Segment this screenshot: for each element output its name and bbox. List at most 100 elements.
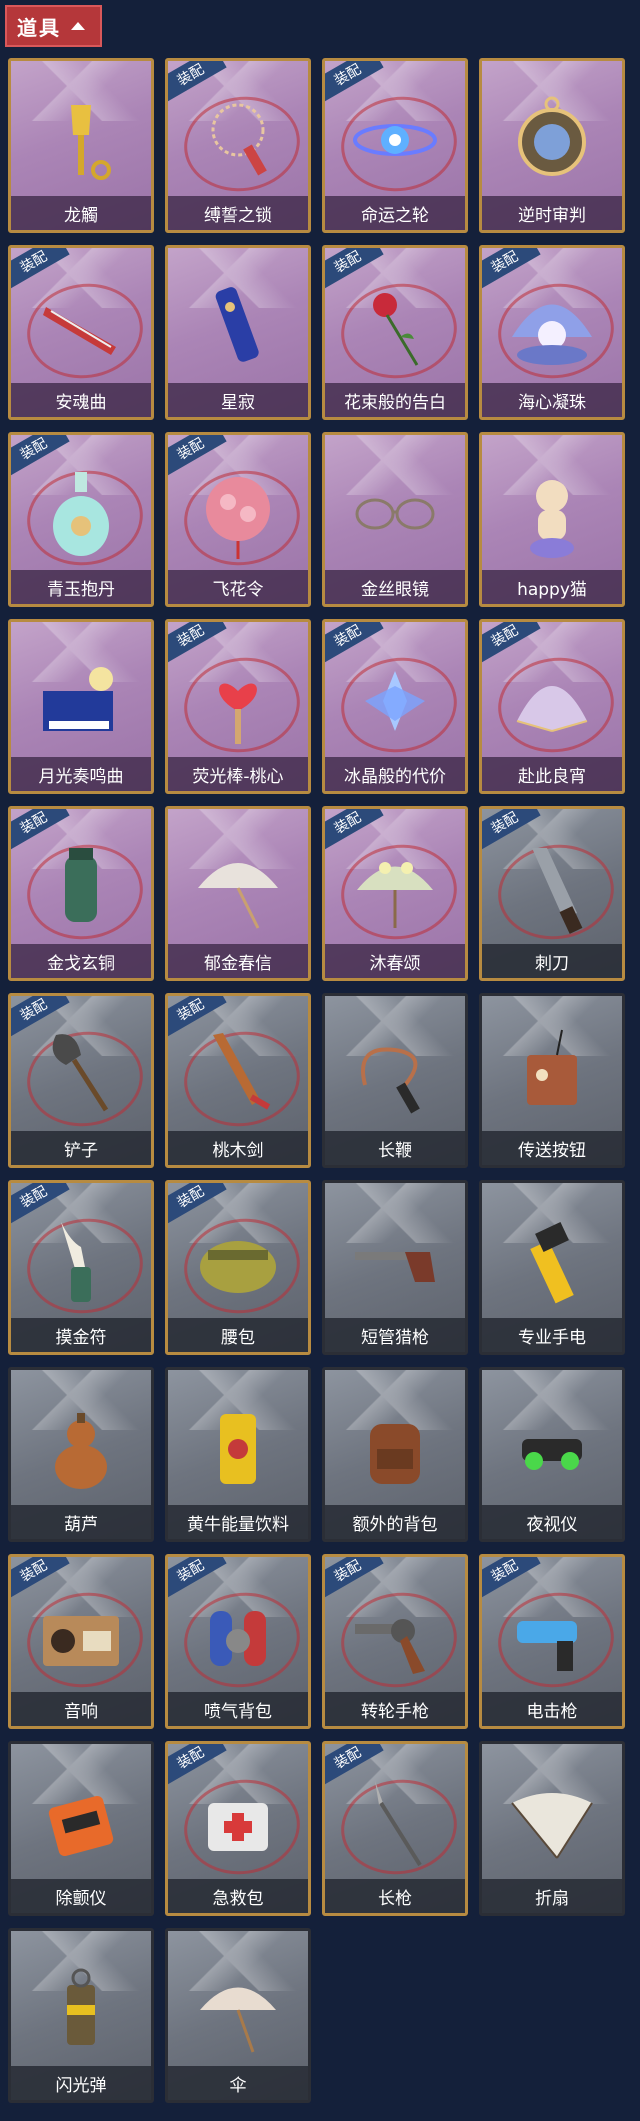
item-card[interactable]: 装配 金戈玄铜 (8, 806, 154, 981)
item-name: 月光奏鸣曲 (11, 757, 151, 791)
item-card[interactable]: 装配 音响 (8, 1554, 154, 1729)
item-grid: 龙觸 装配 缚誓之锁 装配 命运之轮 逆时审判 装配 安魂曲 星寂 装配 花束般的告白 装配 海心凝珠装… (0, 0, 640, 2121)
item-name: 葫芦 (11, 1505, 151, 1539)
flower-ball-icon (168, 449, 308, 579)
item-card[interactable]: 装配 海心凝珠 (479, 245, 625, 420)
item-card[interactable]: 装配 命运之轮 (322, 58, 468, 233)
item-card[interactable]: 短管猎枪 (322, 1180, 468, 1355)
piano-icon (11, 636, 151, 766)
item-card[interactable]: 传送按钮 (479, 993, 625, 1168)
item-name: 短管猎枪 (325, 1318, 465, 1352)
item-name: 安魂曲 (11, 383, 151, 417)
item-card[interactable]: 折扇 (479, 1741, 625, 1916)
item-name: 逆时审判 (482, 196, 622, 230)
item-card[interactable]: 装配 荧光棒-桃心 (165, 619, 311, 794)
item-card[interactable]: 伞 (165, 1928, 311, 2103)
item-card[interactable]: 专业手电 (479, 1180, 625, 1355)
item-name: 急救包 (168, 1879, 308, 1913)
item-card[interactable]: 黄牛能量饮料 (165, 1367, 311, 1542)
item-card[interactable]: 装配 电击枪 (479, 1554, 625, 1729)
item-card[interactable]: 装配 冰晶般的代价 (322, 619, 468, 794)
golden-fan-icon (482, 636, 622, 766)
item-card[interactable]: 装配 刺刀 (479, 806, 625, 981)
item-card[interactable]: happy猫 (479, 432, 625, 607)
item-name: 郁金春信 (168, 944, 308, 978)
star-telescope-icon (168, 262, 308, 392)
item-name: 长鞭 (325, 1131, 465, 1165)
item-name: 电击枪 (482, 1692, 622, 1726)
item-name: 金丝眼镜 (325, 570, 465, 604)
item-card[interactable]: 装配 飞花令 (165, 432, 311, 607)
item-card[interactable]: 装配 急救包 (165, 1741, 311, 1916)
glasses-icon (325, 449, 465, 579)
item-name: 刺刀 (482, 944, 622, 978)
backpack-icon (325, 1384, 465, 1514)
item-name: 海心凝珠 (482, 383, 622, 417)
item-name: 除颤仪 (11, 1879, 151, 1913)
item-name: 命运之轮 (325, 196, 465, 230)
item-name: 赴此良宵 (482, 757, 622, 791)
item-card[interactable]: 装配 转轮手枪 (322, 1554, 468, 1729)
item-name: 青玉抱丹 (11, 570, 151, 604)
item-card[interactable]: 装配 喷气背包 (165, 1554, 311, 1729)
item-card[interactable]: 装配 桃木剑 (165, 993, 311, 1168)
item-card[interactable]: 装配 铲子 (8, 993, 154, 1168)
paper-umbrella-icon (168, 823, 308, 953)
gourd-icon (11, 1384, 151, 1514)
item-name: 闪光弹 (11, 2066, 151, 2100)
item-name: 专业手电 (482, 1318, 622, 1352)
item-card[interactable]: 装配 青玉抱丹 (8, 432, 154, 607)
item-name: happy猫 (482, 570, 622, 604)
item-card[interactable]: 金丝眼镜 (322, 432, 468, 607)
item-card[interactable]: 装配 花束般的告白 (322, 245, 468, 420)
item-name: 传送按钮 (482, 1131, 622, 1165)
item-card[interactable]: 逆时审判 (479, 58, 625, 233)
item-card[interactable]: 装配 摸金符 (8, 1180, 154, 1355)
item-card[interactable]: 月光奏鸣曲 (8, 619, 154, 794)
talisman-tooth-icon (11, 1197, 151, 1327)
item-name: 转轮手枪 (325, 1692, 465, 1726)
item-name: 喷气背包 (168, 1692, 308, 1726)
item-name: 冰晶般的代价 (325, 757, 465, 791)
item-name: 折扇 (482, 1879, 622, 1913)
defibrillator-icon (11, 1758, 151, 1888)
heart-wand-icon (168, 636, 308, 766)
item-card[interactable]: 除颤仪 (8, 1741, 154, 1916)
item-card[interactable]: 夜视仪 (479, 1367, 625, 1542)
item-card[interactable]: 装配 腰包 (165, 1180, 311, 1355)
jetpack-icon (168, 1571, 308, 1701)
red-blade-icon (11, 262, 151, 392)
flashbang-icon (11, 1945, 151, 2075)
item-card[interactable]: 葫芦 (8, 1367, 154, 1542)
item-card[interactable]: 郁金春信 (165, 806, 311, 981)
item-card[interactable]: 龙觸 (8, 58, 154, 233)
item-card[interactable]: 装配 长枪 (322, 1741, 468, 1916)
first-aid-icon (168, 1758, 308, 1888)
taser-icon (482, 1571, 622, 1701)
cat-figure-icon (482, 449, 622, 579)
item-card[interactable]: 装配 沐春颂 (322, 806, 468, 981)
knife-icon (482, 823, 622, 953)
wooden-sword-icon (168, 1010, 308, 1140)
chain-lock-icon (168, 75, 308, 205)
item-card[interactable]: 额外的背包 (322, 1367, 468, 1542)
item-card[interactable]: 装配 缚誓之锁 (165, 58, 311, 233)
umbrella-icon (168, 1945, 308, 2075)
pearl-shell-icon (482, 262, 622, 392)
item-name: 长枪 (325, 1879, 465, 1913)
item-name: 摸金符 (11, 1318, 151, 1352)
flower-umbrella-icon (325, 823, 465, 953)
item-name: 金戈玄铜 (11, 944, 151, 978)
item-card[interactable]: 装配 赴此良宵 (479, 619, 625, 794)
item-card[interactable]: 长鞭 (322, 993, 468, 1168)
item-card[interactable]: 闪光弹 (8, 1928, 154, 2103)
spear-icon (325, 1758, 465, 1888)
whip-icon (325, 1010, 465, 1140)
item-name: 夜视仪 (482, 1505, 622, 1539)
energy-can-icon (168, 1384, 308, 1514)
item-name: 缚誓之锁 (168, 196, 308, 230)
item-name: 桃木剑 (168, 1131, 308, 1165)
teleport-button-icon (482, 1010, 622, 1140)
item-card[interactable]: 装配 安魂曲 (8, 245, 154, 420)
item-card[interactable]: 星寂 (165, 245, 311, 420)
